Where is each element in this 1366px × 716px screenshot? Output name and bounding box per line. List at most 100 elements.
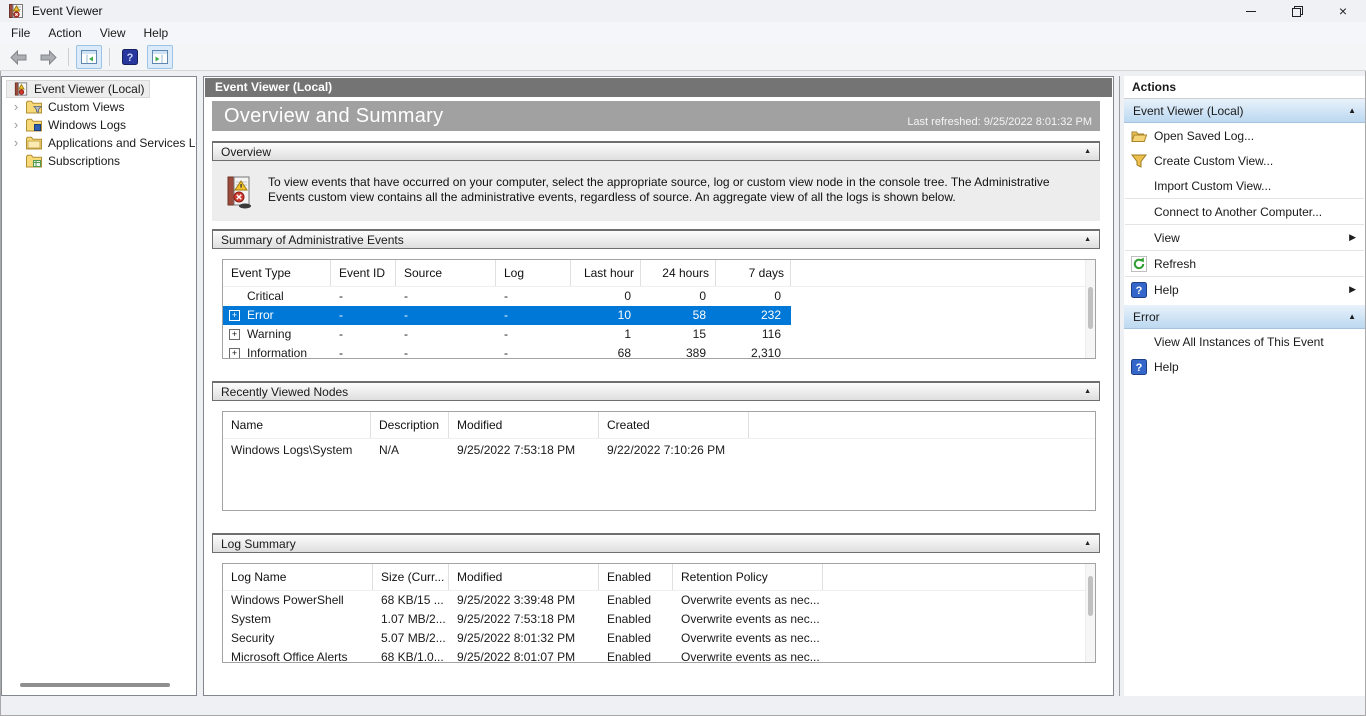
column-header[interactable]: Log — [496, 260, 571, 286]
menu-file[interactable]: File — [2, 23, 39, 43]
actions-group-header-event-viewer[interactable]: Event Viewer (Local) ▲ — [1124, 99, 1365, 123]
collapse-icon[interactable]: ▲ — [1348, 106, 1356, 115]
summary-scrollbar[interactable] — [1085, 260, 1095, 358]
log-summary-table: Log Name Size (Curr... Modified Enabled … — [222, 563, 1096, 663]
show-console-tree-icon — [81, 50, 97, 64]
table-row-error[interactable]: +Error - - - 10 58 232 — [223, 306, 791, 325]
table-row[interactable]: Windows PowerShell 68 KB/15 ... 9/25/202… — [223, 591, 1095, 610]
pane-divider[interactable] — [1119, 76, 1120, 696]
collapse-icon[interactable]: ▲ — [1084, 540, 1091, 547]
tree-horizontal-scrollbar[interactable] — [6, 683, 192, 688]
menu-action[interactable]: Action — [39, 23, 90, 43]
column-header[interactable]: Event ID — [331, 260, 396, 286]
collapse-icon[interactable]: ▲ — [1348, 312, 1356, 321]
log-summary-scrollbar[interactable] — [1085, 564, 1095, 662]
action-view[interactable]: View ▶ — [1124, 225, 1365, 250]
column-header[interactable]: Size (Curr... — [373, 564, 449, 590]
actions-group-header-error[interactable]: Error ▲ — [1124, 305, 1365, 329]
action-connect-to-another-computer[interactable]: Connect to Another Computer... — [1124, 199, 1365, 224]
scrollbar-thumb[interactable] — [1088, 287, 1093, 329]
column-header[interactable]: Retention Policy — [673, 564, 823, 590]
table-row[interactable]: System 1.07 MB/2... 9/25/2022 7:53:18 PM… — [223, 610, 1095, 629]
collapse-icon[interactable]: ▲ — [1084, 388, 1091, 395]
action-refresh[interactable]: Refresh — [1124, 251, 1365, 276]
last-hour: 1 — [571, 325, 641, 344]
last-refreshed-text: Last refreshed: 9/25/2022 8:01:32 PM — [907, 116, 1092, 131]
log-retention: Overwrite events as nec... — [673, 648, 823, 663]
column-header[interactable]: Created — [599, 412, 749, 438]
action-import-custom-view[interactable]: Import Custom View... — [1124, 173, 1365, 198]
expand-icon[interactable]: + — [229, 329, 240, 340]
action-label: Refresh — [1154, 257, 1196, 271]
summary-section-header[interactable]: Summary of Administrative Events ▲ — [212, 229, 1100, 249]
column-header[interactable]: Name — [223, 412, 371, 438]
back-button[interactable] — [5, 45, 31, 69]
source: - — [396, 325, 496, 344]
table-row[interactable]: Security 5.07 MB/2... 9/25/2022 8:01:32 … — [223, 629, 1095, 648]
table-row-warning[interactable]: +Warning - - - 1 15 116 — [223, 325, 791, 344]
table-row-information[interactable]: +Information - - - 68 389 2,310 — [223, 344, 791, 359]
recent-nodes-section-header[interactable]: Recently Viewed Nodes ▲ — [212, 381, 1100, 401]
help-toolbar-button[interactable]: ? — [117, 45, 143, 69]
column-header[interactable]: 24 hours — [641, 260, 716, 286]
group-header-label: Error — [1133, 310, 1348, 324]
restore-button[interactable] — [1274, 0, 1320, 22]
column-header[interactable]: 7 days — [716, 260, 791, 286]
table-row[interactable]: Microsoft Office Alerts 68 KB/1.0... 9/2… — [223, 648, 1095, 663]
forward-button[interactable] — [35, 45, 61, 69]
expand-icon[interactable]: + — [229, 348, 240, 359]
action-label: Open Saved Log... — [1154, 129, 1254, 143]
collapse-icon[interactable]: ▲ — [1084, 236, 1091, 243]
overview-section-header[interactable]: Overview ▲ — [212, 141, 1100, 161]
log-modified: 9/25/2022 7:53:18 PM — [449, 610, 599, 629]
log-size: 1.07 MB/2... — [373, 610, 449, 629]
column-header[interactable]: Event Type — [223, 260, 331, 286]
event-type: Information — [247, 344, 307, 359]
recent-nodes-table: Name Description Modified Created Window… — [222, 411, 1096, 511]
tree-item-applications-services-logs[interactable]: › Applications and Services Lo — [2, 134, 196, 152]
menu-bar: File Action View Help — [0, 22, 1366, 44]
action-create-custom-view[interactable]: Create Custom View... — [1124, 148, 1365, 173]
column-header[interactable]: Enabled — [599, 564, 673, 590]
column-header[interactable]: Last hour — [571, 260, 641, 286]
event-id: - — [331, 287, 396, 306]
restore-icon — [1292, 6, 1303, 17]
chevron-right-icon[interactable]: › — [10, 137, 22, 149]
chevron-right-icon[interactable]: › — [10, 101, 22, 113]
menu-view[interactable]: View — [91, 23, 135, 43]
event-type: Warning — [247, 325, 291, 344]
show-action-pane-button[interactable] — [147, 45, 173, 69]
actions-pane: Actions Event Viewer (Local) ▲ Open Save… — [1124, 76, 1365, 696]
chevron-right-icon[interactable]: › — [10, 119, 22, 131]
action-label: View — [1154, 231, 1180, 245]
column-header[interactable]: Description — [371, 412, 449, 438]
forward-icon — [40, 50, 57, 65]
menu-help[interactable]: Help — [135, 23, 178, 43]
column-header[interactable]: Source — [396, 260, 496, 286]
minimize-button[interactable] — [1228, 0, 1274, 22]
submenu-arrow-icon: ▶ — [1349, 284, 1356, 295]
column-header[interactable]: Log Name — [223, 564, 373, 590]
action-help[interactable]: ? Help ▶ — [1124, 277, 1365, 302]
show-console-tree-button[interactable] — [76, 45, 102, 69]
icon-spacer — [1131, 178, 1147, 194]
tree-item-event-viewer-root[interactable]: Event Viewer (Local) — [2, 80, 196, 98]
action-error-help[interactable]: ? Help — [1124, 354, 1365, 379]
hours-24: 389 — [641, 344, 716, 359]
close-button[interactable]: × — [1320, 0, 1366, 22]
action-view-all-instances[interactable]: View All Instances of This Event — [1124, 329, 1365, 354]
scrollbar-thumb[interactable] — [1088, 576, 1093, 616]
table-row[interactable]: Windows Logs\System N/A 9/25/2022 7:53:1… — [223, 439, 1095, 461]
collapse-icon[interactable]: ▲ — [1084, 148, 1091, 155]
log-summary-section-header[interactable]: Log Summary ▲ — [212, 533, 1100, 553]
scrollbar-thumb[interactable] — [20, 683, 170, 687]
tree-item-subscriptions[interactable]: Subscriptions — [2, 152, 196, 170]
column-header[interactable]: Modified — [449, 412, 599, 438]
tree-item-windows-logs[interactable]: › Windows Logs — [2, 116, 196, 134]
source: - — [396, 344, 496, 359]
expand-icon[interactable]: + — [229, 310, 240, 321]
action-open-saved-log[interactable]: Open Saved Log... — [1124, 123, 1365, 148]
tree-item-custom-views[interactable]: › Custom Views — [2, 98, 196, 116]
table-row-critical[interactable]: Critical - - - 0 0 0 — [223, 287, 791, 306]
column-header[interactable]: Modified — [449, 564, 599, 590]
